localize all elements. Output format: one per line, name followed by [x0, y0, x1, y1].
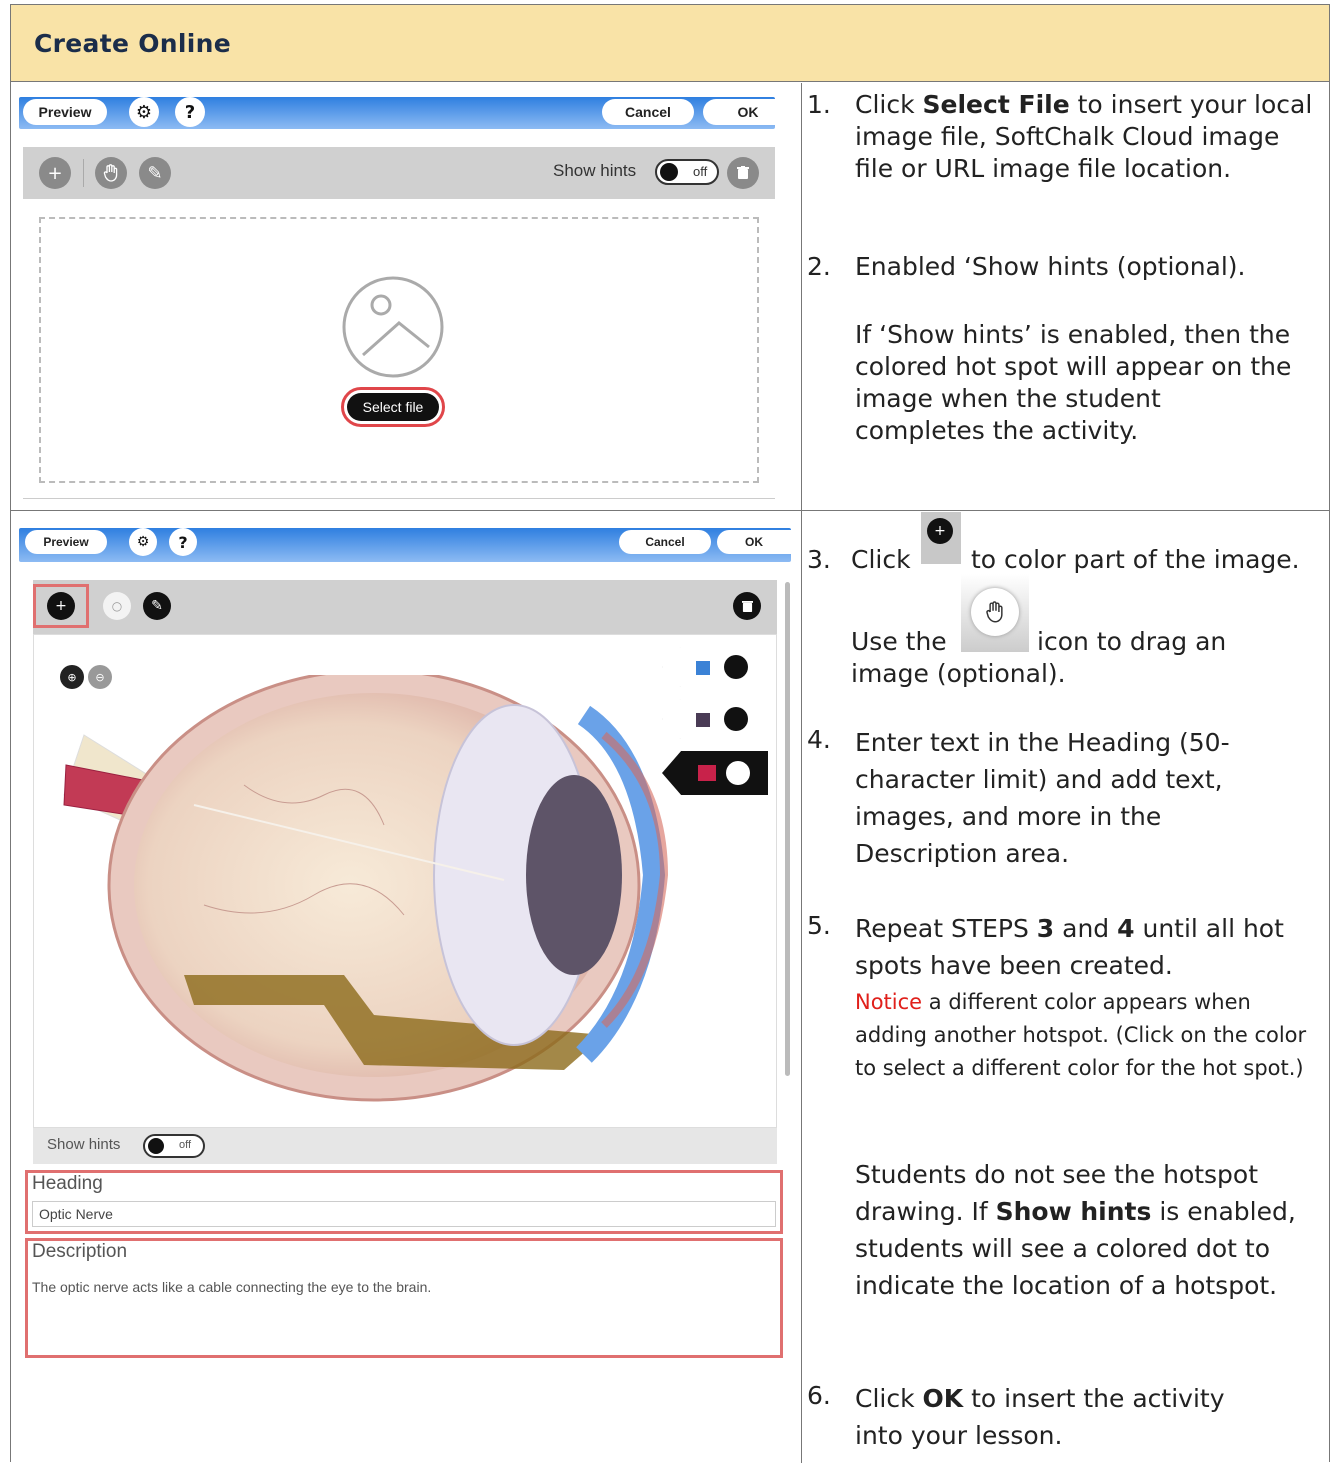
toggle-state: off: [179, 1139, 192, 1151]
step-number: 5.: [807, 911, 831, 940]
step-text: Click Select File to insert your local i…: [855, 89, 1315, 185]
trash-icon[interactable]: [724, 707, 748, 731]
text: Click: [855, 1384, 923, 1413]
text: image (optional).: [851, 659, 1066, 688]
trash-icon[interactable]: [726, 761, 750, 785]
tool-bar: + ✎ Show hints off: [23, 147, 775, 199]
drag-hand-icon[interactable]: ○: [103, 592, 131, 620]
show-hints-label: Show hints: [553, 161, 637, 180]
preview-button[interactable]: Preview: [23, 99, 107, 125]
text: OK: [922, 1384, 964, 1413]
show-hints-toggle[interactable]: off: [143, 1134, 205, 1158]
eye-anatomy-image: [63, 675, 669, 1102]
scrollbar[interactable]: [785, 582, 790, 1076]
hotspot-tab-3-active[interactable]: [662, 751, 768, 795]
cancel-button[interactable]: Cancel: [602, 99, 694, 125]
image-canvas: ⊕ ⊖: [33, 634, 777, 1128]
notice-text: Notice a different color appears when ad…: [855, 986, 1319, 1085]
text: a different color appears when adding an…: [855, 990, 1307, 1080]
add-hotspot-icon[interactable]: +: [47, 592, 75, 620]
text: 3: [1036, 914, 1055, 943]
step-number: 2.: [807, 252, 831, 281]
heading-section: Heading Optic Nerve: [25, 1170, 783, 1234]
text: to color part of the image.: [971, 545, 1300, 574]
toggle-knob: [660, 163, 678, 181]
cancel-button[interactable]: Cancel: [619, 530, 711, 554]
hand-icon: [971, 588, 1019, 636]
trash-icon[interactable]: [724, 655, 748, 679]
divider: [83, 159, 84, 187]
toggle-state: off: [693, 164, 708, 179]
image-drop-zone[interactable]: Select file: [39, 217, 759, 483]
select-file-ref: Select File: [922, 90, 1070, 119]
show-hints-toggle[interactable]: off: [655, 159, 719, 185]
notice-label: Notice: [855, 990, 923, 1014]
editor-toolbar-2: Preview ⚙ ? Cancel OK: [19, 528, 791, 562]
step-number: 4.: [807, 725, 831, 754]
hotspot-color-swatch[interactable]: [696, 661, 710, 675]
help-icon[interactable]: ?: [169, 528, 197, 556]
step-text: Click OK to insert the activity into you…: [855, 1380, 1275, 1454]
description-input[interactable]: The optic nerve acts like a cable connec…: [32, 1279, 776, 1351]
row-select-file: Preview ⚙ ? Cancel OK + ✎ Show hints off: [11, 83, 1329, 511]
table-header: Create Online: [11, 5, 1329, 82]
text: Click: [855, 90, 923, 119]
select-file-highlight: Select file: [341, 387, 445, 427]
hotspot-tab-1[interactable]: [662, 647, 766, 687]
step-text: Repeat STEPS 3 and 4 until all hot spots…: [855, 910, 1325, 984]
description-section: Description The optic nerve acts like a …: [25, 1238, 783, 1358]
trash-icon[interactable]: [733, 592, 761, 620]
show-hints-label: Show hints: [47, 1136, 121, 1153]
text: Show hints: [995, 1197, 1152, 1226]
step-text: Enabled ‘Show hints (optional).: [855, 252, 1246, 281]
tool-bar-2: + ○ ✎: [33, 580, 777, 634]
help-icon[interactable]: ?: [175, 97, 205, 127]
heading-input[interactable]: Optic Nerve: [32, 1201, 776, 1227]
add-hotspot-icon-illustration: +: [921, 512, 961, 564]
ok-button[interactable]: OK: [717, 530, 791, 554]
text: Use the: [851, 627, 947, 656]
step-3: 3. Click + to color part of the image. U…: [807, 512, 1327, 688]
hotspot-color-swatch[interactable]: [696, 713, 710, 727]
gear-icon[interactable]: ⚙: [129, 97, 159, 127]
gear-icon[interactable]: ⚙: [129, 528, 157, 556]
image-placeholder-icon: [342, 276, 444, 378]
plus-icon: +: [927, 518, 953, 544]
heading-label: Heading: [32, 1173, 103, 1194]
text: 4: [1117, 914, 1135, 943]
row-create-hotspots: Preview ⚙ ? Cancel OK + ○ ✎ ⊕ ⊖ Show hin…: [11, 512, 1329, 1464]
hotspot-color-swatch[interactable]: [698, 765, 716, 781]
ok-button[interactable]: OK: [703, 99, 793, 125]
pencil-icon[interactable]: ✎: [143, 592, 171, 620]
step-number: 6.: [807, 1381, 831, 1410]
add-hotspot-icon[interactable]: +: [39, 157, 71, 189]
step-text: Enter text in the Heading (50-character …: [855, 728, 1230, 868]
drag-hand-icon[interactable]: [95, 157, 127, 189]
toggle-knob: [148, 1138, 164, 1154]
canvas-area: Select file: [23, 199, 775, 499]
text: Click: [851, 545, 911, 574]
trash-icon[interactable]: [727, 157, 759, 189]
hints-bar: Show hints off: [33, 1128, 777, 1164]
students-note: Students do not see the hotspot drawing.…: [855, 1156, 1325, 1304]
editor-toolbar: Preview ⚙ ? Cancel OK: [19, 97, 793, 129]
hotspot-tab-2[interactable]: [662, 699, 766, 739]
text: Repeat STEPS: [855, 914, 1037, 943]
step-number: 1.: [807, 90, 831, 119]
step-2-note: If ‘Show hints’ is enabled, then the col…: [855, 320, 1292, 445]
select-file-button[interactable]: Select file: [347, 393, 439, 421]
text: and: [1054, 914, 1118, 943]
description-label: Description: [32, 1241, 128, 1262]
preview-button[interactable]: Preview: [25, 530, 107, 554]
instruction-table: Create Online Preview ⚙ ? Cancel OK + ✎ …: [10, 4, 1330, 1464]
text: icon to drag an: [1037, 627, 1227, 656]
section-title: Create Online: [34, 28, 231, 58]
drag-hand-icon-illustration: [961, 574, 1029, 652]
step-number: 3.: [807, 545, 831, 574]
pencil-icon[interactable]: ✎: [139, 157, 171, 189]
